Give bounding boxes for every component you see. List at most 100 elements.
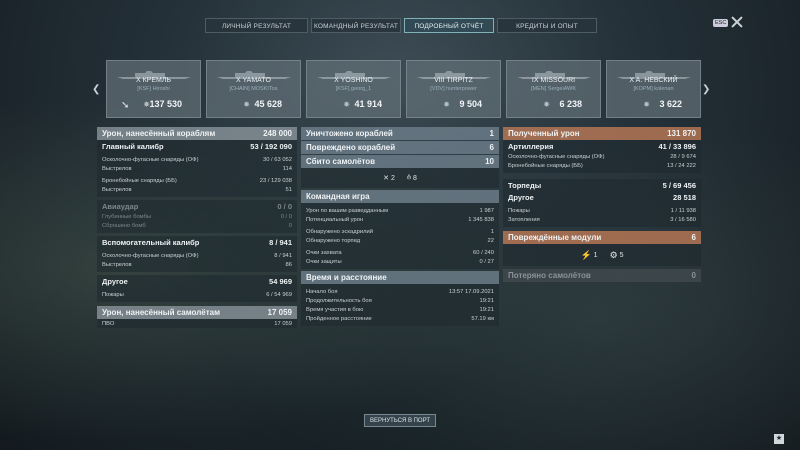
row-value: 19:21 xyxy=(479,297,494,304)
row-label: Пожары xyxy=(102,291,124,298)
row-value: 17 059 xyxy=(274,320,292,327)
ribbons-row: ✕ 2 ⫛ 8 xyxy=(301,168,499,188)
ship-player: [VDV] hunterpower xyxy=(430,86,477,92)
row-value: 0 / 0 xyxy=(280,213,292,220)
tab-credits[interactable]: КРЕДИТЫ И ОПЫТ xyxy=(497,18,597,33)
row-value: 19:21 xyxy=(479,306,494,313)
time-header: Время и расстояние xyxy=(301,271,499,284)
row-value: 8 / 941 xyxy=(274,252,292,259)
ship-card[interactable]: X YAMATO [CHAIN] MOSKITos ✸ 45 628 xyxy=(206,60,301,118)
header-label: Командная игра xyxy=(306,192,370,201)
ship-player: [MEN] SergeiAWK xyxy=(530,86,577,92)
row-value: 13 / 24 222 xyxy=(666,162,696,169)
row-label: Выстрелов xyxy=(102,186,132,193)
row-label: Осколочно-фугасные снаряды (ОФ) xyxy=(508,153,605,160)
ship-player: [KSF] georg_1 xyxy=(335,86,372,92)
damage-icon: ✸ xyxy=(643,100,650,109)
row-value: 13:57 17.09.2021 xyxy=(448,288,494,295)
top-tabs: ЛИЧНЫЙ РЕЗУЛЬТАТ КОМАНДНЫЙ РЕЗУЛЬТАТ ПОД… xyxy=(205,18,597,33)
row-label: Начало боя xyxy=(306,288,338,295)
row-label: ПВО xyxy=(102,320,115,327)
row-value: 0 xyxy=(691,271,696,280)
row-label: Время участия в бою xyxy=(306,306,364,313)
header-label: Урон, нанесённый кораблям xyxy=(102,129,216,138)
row-value: 6 / 54 969 xyxy=(266,291,292,298)
row-value: 5 / 69 456 xyxy=(662,180,696,190)
row-label: Сброшено бомб xyxy=(102,222,146,229)
tab-team[interactable]: КОМАНДНЫЙ РЕЗУЛЬТАТ xyxy=(311,18,401,33)
ship-damage: 41 914 xyxy=(354,99,382,109)
star-icon[interactable]: ★ xyxy=(774,434,784,444)
row-label: Уничтожено кораблей xyxy=(306,129,393,138)
damage-icon: ✸ xyxy=(543,100,550,109)
crossed-swords-icon: ✕ xyxy=(383,175,389,182)
ship-player: [CHAIN] MOSKITos xyxy=(229,86,278,92)
row-label: Бронебойные снаряды (ББ) xyxy=(508,162,583,169)
row-label: Обнаружено торпед xyxy=(306,237,361,244)
summary-panel: Уничтожено кораблей 1 Повреждено корабле… xyxy=(301,127,499,326)
ship-card[interactable]: X YOSHINO [KSF] georg_1 ✸ 41 914 xyxy=(306,60,401,118)
ship-name: X YOSHINO xyxy=(334,77,373,84)
damage-icon: ✸ xyxy=(343,100,350,109)
tab-personal[interactable]: ЛИЧНЫЙ РЕЗУЛЬТАТ xyxy=(205,18,308,33)
row-value: 28 / 9 674 xyxy=(670,153,696,160)
row-value: 10 xyxy=(485,157,494,166)
fighter-icon: ⫛ xyxy=(406,174,412,181)
header-value: 131 870 xyxy=(667,129,696,138)
row-value: 114 xyxy=(282,165,292,172)
ship-card[interactable]: IX MISSOURI [MEN] SergeiAWK ✸ 6 238 xyxy=(506,60,601,118)
airstrike-section: Авиаудар 0 / 0 Глубинные бомбы 0 / 0 Сброш… xyxy=(97,200,297,233)
close-icon[interactable] xyxy=(730,15,744,29)
row-label: Вспомогательный калибр xyxy=(102,237,200,247)
chevron-right-icon[interactable]: ❯ xyxy=(702,84,710,95)
ribbon-count: 8 xyxy=(413,174,417,182)
chevron-left-icon[interactable]: ❮ xyxy=(92,84,100,95)
row-value: 30 / 63 052 xyxy=(262,156,292,163)
torpedo-icon: ➘ xyxy=(121,100,130,111)
row-value: 23 / 129 038 xyxy=(259,177,292,184)
row-value: 22 xyxy=(487,237,494,244)
row-label: Другое xyxy=(508,192,534,202)
header-label: Урон, нанесённый самолётам xyxy=(102,308,221,317)
row-value: 86 xyxy=(285,261,292,268)
row-label: Урон по вашим разведданным xyxy=(306,207,389,214)
row-label: Авиаудар xyxy=(102,201,139,211)
row-label: Затопления xyxy=(508,216,540,223)
row-label: Главный калибр xyxy=(102,141,164,151)
row-value: 6 xyxy=(489,143,494,152)
ship-name: X YAMATO xyxy=(236,77,271,84)
ship-card[interactable]: X A. НЕВСКИЙ [KOPM] kolenan ✸ 3 622 xyxy=(606,60,701,118)
row-value: 28 518 xyxy=(673,192,696,202)
planes-row: Сбито самолётов 10 xyxy=(301,155,499,168)
fire-module-icon: ⚡ xyxy=(580,249,592,260)
return-to-port-button[interactable]: ВЕРНУТЬСЯ В ПОРТ xyxy=(364,414,436,427)
row-value: 3 / 16 580 xyxy=(670,216,696,223)
main-caliber-section: Главный калибр 53 / 192 090 Осколочно-фуг… xyxy=(97,140,297,197)
damage-icon: ✸ xyxy=(443,100,450,109)
ship-damage: 45 628 xyxy=(254,99,282,109)
row-value: 53 / 192 090 xyxy=(250,141,292,151)
damaged-modules-header: Повреждённые модули 6 xyxy=(503,231,701,244)
ship-name: X КРЕМЛЬ xyxy=(135,77,172,84)
row-value: 0 xyxy=(288,222,292,229)
row-label: Осколочно-фугасные снаряды (ОФ) xyxy=(102,156,199,163)
row-label: Выстрелов xyxy=(102,165,132,172)
damage-received-panel: Полученный урон 131 870 Артиллерия 41 / 3… xyxy=(503,127,701,282)
row-value: 60 / 240 xyxy=(473,249,494,256)
row-label: Продолжительность боя xyxy=(306,297,372,304)
row-label: Очки захвата xyxy=(306,249,342,256)
row-label: Артиллерия xyxy=(508,141,554,151)
ship-card[interactable]: VIII TIRPITZ [VDV] hunterpower ✸ 9 504 xyxy=(406,60,501,118)
row-label: Очки защиты xyxy=(306,258,342,265)
ship-carousel: X КРЕМЛЬ [KSF] Hiroshi ➘ ✸ 137 530 X YAM… xyxy=(106,60,701,118)
header-label: Полученный урон xyxy=(508,129,580,138)
row-value: 0 / 0 xyxy=(277,201,292,211)
row-value: 41 / 33 896 xyxy=(658,141,696,151)
ship-damage: 9 504 xyxy=(459,99,482,109)
damage-dealt-panel: Урон, нанесённый кораблям 248 000 Главны… xyxy=(97,127,297,328)
row-label: Глубинные бомбы xyxy=(102,213,152,220)
ship-card[interactable]: X КРЕМЛЬ [KSF] Hiroshi ➘ ✸ 137 530 xyxy=(106,60,201,118)
row-label: Пройденное расстояние xyxy=(306,315,372,322)
header-label: Повреждённые модули xyxy=(508,233,602,242)
tab-detailed[interactable]: ПОДРОБНЫЙ ОТЧЁТ xyxy=(404,18,494,33)
